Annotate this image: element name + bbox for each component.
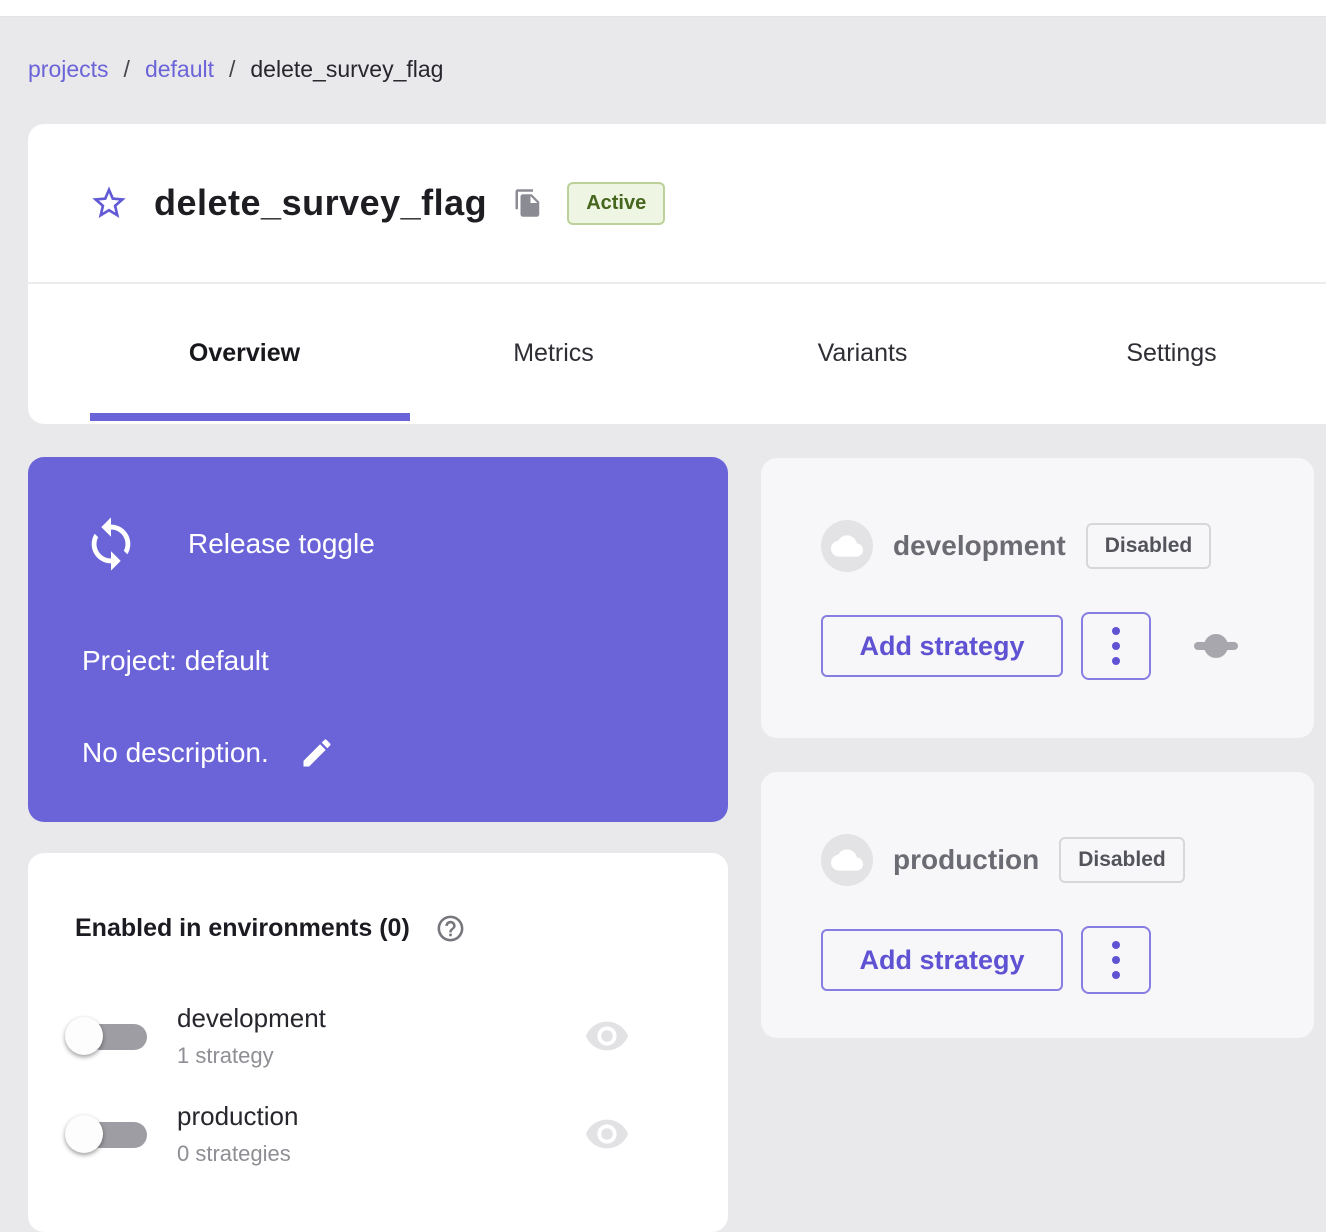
development-toggle[interactable] xyxy=(63,1010,155,1062)
toggle-thumb xyxy=(65,1017,103,1055)
active-tab-indicator xyxy=(90,413,410,421)
flag-type-row: Release toggle xyxy=(82,515,674,573)
environment-name: production xyxy=(177,1101,298,1132)
eye-icon xyxy=(584,1013,630,1059)
visibility-button[interactable] xyxy=(583,1012,631,1060)
more-actions-button[interactable] xyxy=(1081,612,1151,680)
panel-header: development Disabled xyxy=(821,520,1254,572)
environment-switch-icon[interactable] xyxy=(1193,632,1239,660)
loop-arrows-icon xyxy=(82,515,140,573)
environment-panel-name: development xyxy=(893,530,1066,562)
enabled-environments-card: Enabled in environments (0) development … xyxy=(28,853,728,1232)
strategy-count: 1 strategy xyxy=(177,1043,326,1069)
breadcrumb-projects[interactable]: projects xyxy=(28,56,109,83)
breadcrumb-separator: / xyxy=(124,56,130,83)
breadcrumb: projects / default / delete_survey_flag xyxy=(28,56,443,83)
panel-header: production Disabled xyxy=(821,834,1254,886)
favorite-button[interactable] xyxy=(88,182,130,224)
copy-icon xyxy=(513,188,543,218)
top-bar xyxy=(0,0,1326,17)
tab-overview[interactable]: Overview xyxy=(90,284,399,422)
flag-description-row: No description. xyxy=(82,733,674,773)
tab-bar: Overview Metrics Variants Settings xyxy=(90,284,1326,422)
flag-title-row: delete_survey_flag Active xyxy=(28,124,1326,284)
environment-labels: production 0 strategies xyxy=(177,1101,298,1167)
environment-name: development xyxy=(177,1003,326,1034)
switch-track-icon xyxy=(1193,632,1239,660)
flag-description: No description. xyxy=(82,737,269,769)
page-title: delete_survey_flag xyxy=(154,182,487,224)
help-button[interactable] xyxy=(434,911,468,945)
star-icon xyxy=(89,183,129,223)
environment-panel-development: development Disabled Add strategy xyxy=(761,458,1314,738)
strategy-count: 0 strategies xyxy=(177,1141,298,1167)
breadcrumb-current: delete_survey_flag xyxy=(250,56,443,83)
tab-metrics[interactable]: Metrics xyxy=(399,284,708,422)
flag-project-label: Project: default xyxy=(82,645,674,677)
add-strategy-button[interactable]: Add strategy xyxy=(821,929,1063,991)
environment-avatar xyxy=(821,834,873,886)
kebab-dot xyxy=(1112,627,1120,635)
panel-actions: Add strategy xyxy=(821,612,1254,680)
cloud-icon xyxy=(831,530,863,562)
breadcrumb-default[interactable]: default xyxy=(145,56,214,83)
enabled-environments-title: Enabled in environments (0) xyxy=(75,914,410,943)
visibility-button[interactable] xyxy=(583,1110,631,1158)
breadcrumb-separator: / xyxy=(229,56,235,83)
environment-labels: development 1 strategy xyxy=(177,1003,326,1069)
add-strategy-button[interactable]: Add strategy xyxy=(821,615,1063,677)
kebab-dot xyxy=(1112,956,1120,964)
enabled-environments-header: Enabled in environments (0) xyxy=(75,911,681,945)
panel-actions: Add strategy xyxy=(821,926,1254,994)
flag-header-card: delete_survey_flag Active Overview Metri… xyxy=(28,124,1326,424)
kebab-dot xyxy=(1112,657,1120,665)
environment-toggle-list: development 1 strategy production 0 stra… xyxy=(75,1003,681,1167)
eye-icon xyxy=(584,1111,630,1157)
tab-settings[interactable]: Settings xyxy=(1017,284,1326,422)
kebab-dot xyxy=(1112,941,1120,949)
environment-panel-name: production xyxy=(893,844,1039,876)
more-actions-button[interactable] xyxy=(1081,926,1151,994)
tab-variants[interactable]: Variants xyxy=(708,284,1017,422)
environment-status-badge: Disabled xyxy=(1086,523,1212,569)
copy-name-button[interactable] xyxy=(511,186,545,220)
help-icon xyxy=(435,913,466,944)
toggle-thumb xyxy=(65,1115,103,1153)
pencil-icon xyxy=(299,735,335,771)
production-toggle[interactable] xyxy=(63,1108,155,1160)
environment-panel-production: production Disabled Add strategy xyxy=(761,772,1314,1038)
environment-status-badge: Disabled xyxy=(1059,837,1185,883)
flag-info-card: Release toggle Project: default No descr… xyxy=(28,457,728,822)
edit-description-button[interactable] xyxy=(297,733,337,773)
environment-row-development: development 1 strategy xyxy=(63,1003,681,1069)
kebab-dot xyxy=(1112,642,1120,650)
cloud-icon xyxy=(831,844,863,876)
environment-avatar xyxy=(821,520,873,572)
kebab-dot xyxy=(1112,971,1120,979)
flag-type-label: Release toggle xyxy=(188,528,375,560)
environment-row-production: production 0 strategies xyxy=(63,1101,681,1167)
status-badge: Active xyxy=(567,182,665,225)
